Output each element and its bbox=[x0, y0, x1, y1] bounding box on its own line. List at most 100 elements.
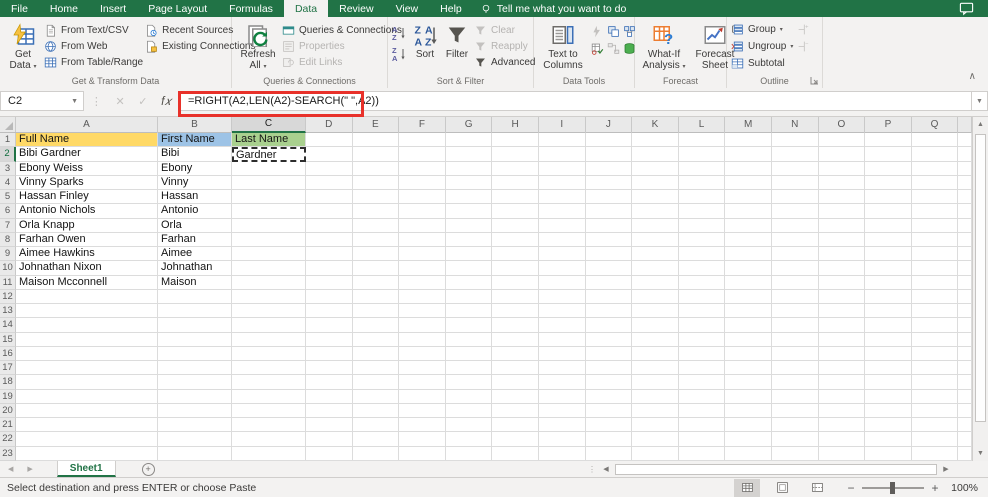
cell-B23[interactable] bbox=[158, 446, 232, 461]
cell-D10[interactable] bbox=[306, 261, 353, 276]
cell-L2[interactable] bbox=[678, 147, 726, 162]
cell-D18[interactable] bbox=[306, 375, 353, 390]
cell-L19[interactable] bbox=[678, 389, 726, 404]
cell-Q12[interactable] bbox=[911, 289, 959, 304]
column-header-O[interactable]: O bbox=[819, 117, 866, 133]
cell-H14[interactable] bbox=[492, 318, 539, 333]
cell-B9[interactable]: Aimee bbox=[158, 247, 232, 262]
cell-B11[interactable]: Maison bbox=[158, 275, 232, 290]
cell-A23[interactable] bbox=[16, 446, 158, 461]
cancel-button[interactable]: ✕ bbox=[115, 95, 124, 108]
tab-file[interactable]: File bbox=[0, 0, 39, 17]
cell-L9[interactable] bbox=[678, 247, 726, 262]
cell-F13[interactable] bbox=[399, 304, 446, 319]
cell-K13[interactable] bbox=[632, 304, 679, 319]
cell-I13[interactable] bbox=[538, 304, 586, 319]
cell-N2[interactable] bbox=[771, 147, 819, 162]
cell-C1[interactable]: Last Name bbox=[232, 133, 306, 148]
cell-O6[interactable] bbox=[818, 204, 866, 219]
cell-B21[interactable] bbox=[158, 418, 232, 433]
cell-N1[interactable] bbox=[771, 133, 819, 148]
cell-L6[interactable] bbox=[678, 204, 726, 219]
cell-B5[interactable]: Hassan bbox=[158, 190, 232, 205]
cell-F7[interactable] bbox=[399, 218, 446, 233]
cell-B12[interactable] bbox=[158, 289, 232, 304]
cell-A18[interactable] bbox=[16, 375, 158, 390]
cell-H21[interactable] bbox=[492, 418, 539, 433]
cell-J12[interactable] bbox=[585, 289, 633, 304]
cell-E9[interactable] bbox=[352, 247, 400, 262]
cell-J14[interactable] bbox=[585, 318, 633, 333]
cell-G19[interactable] bbox=[445, 389, 493, 404]
queries-connections-button[interactable]: Queries & Connections bbox=[282, 23, 402, 38]
refresh-all-button[interactable]: Refresh All ▾ bbox=[236, 21, 280, 73]
cell-J3[interactable] bbox=[585, 161, 633, 176]
cell-L5[interactable] bbox=[678, 190, 726, 205]
flash-fill-button[interactable] bbox=[591, 25, 604, 38]
cell-G23[interactable] bbox=[445, 446, 493, 461]
cell-K7[interactable] bbox=[632, 218, 679, 233]
cell-C21[interactable] bbox=[232, 418, 306, 433]
cell-M3[interactable] bbox=[725, 161, 772, 176]
cell-O15[interactable] bbox=[818, 332, 866, 347]
cell-E8[interactable] bbox=[352, 232, 400, 247]
cell-F6[interactable] bbox=[399, 204, 446, 219]
cell-A12[interactable] bbox=[16, 289, 158, 304]
sheet-tab-sheet1[interactable]: Sheet1 bbox=[56, 461, 116, 477]
cell-L23[interactable] bbox=[678, 446, 726, 461]
cell-K21[interactable] bbox=[632, 418, 679, 433]
cell-F10[interactable] bbox=[399, 261, 446, 276]
cell-G16[interactable] bbox=[445, 346, 493, 361]
cell-E4[interactable] bbox=[352, 175, 400, 190]
cell-J8[interactable] bbox=[585, 232, 633, 247]
cell-G18[interactable] bbox=[445, 375, 493, 390]
cell-P11[interactable] bbox=[865, 275, 912, 290]
cell-Q22[interactable] bbox=[911, 432, 959, 447]
cell-F20[interactable] bbox=[399, 403, 446, 418]
column-header-G[interactable]: G bbox=[446, 117, 493, 133]
scroll-left-icon[interactable]: ◀ bbox=[599, 465, 613, 473]
cell-C19[interactable] bbox=[232, 389, 306, 404]
cell-K16[interactable] bbox=[632, 346, 679, 361]
cell-P16[interactable] bbox=[865, 346, 912, 361]
cell-M4[interactable] bbox=[725, 175, 772, 190]
cell-D22[interactable] bbox=[306, 432, 353, 447]
cell-P23[interactable] bbox=[865, 446, 912, 461]
cell-O21[interactable] bbox=[818, 418, 866, 433]
cell-F12[interactable] bbox=[399, 289, 446, 304]
cell-A10[interactable]: Johnathan Nixon bbox=[16, 261, 158, 276]
cell-G4[interactable] bbox=[445, 175, 493, 190]
cell-O22[interactable] bbox=[818, 432, 866, 447]
cell-Q11[interactable] bbox=[911, 275, 959, 290]
cell-D4[interactable] bbox=[306, 175, 353, 190]
cell-N5[interactable] bbox=[771, 190, 819, 205]
cell-K3[interactable] bbox=[632, 161, 679, 176]
cell-I20[interactable] bbox=[538, 403, 586, 418]
cell-O3[interactable] bbox=[818, 161, 866, 176]
cell-G17[interactable] bbox=[445, 361, 493, 376]
cell-G1[interactable] bbox=[445, 133, 493, 148]
cell-A7[interactable]: Orla Knapp bbox=[16, 218, 158, 233]
sort-button[interactable]: Sort bbox=[410, 21, 440, 62]
cell-B6[interactable]: Antonio bbox=[158, 204, 232, 219]
cell-N9[interactable] bbox=[771, 247, 819, 262]
cell-Q13[interactable] bbox=[911, 304, 959, 319]
cell-D17[interactable] bbox=[306, 361, 353, 376]
row-header-4[interactable]: 4 bbox=[0, 175, 16, 190]
cell-H16[interactable] bbox=[492, 346, 539, 361]
edit-links-button[interactable]: Edit Links bbox=[282, 55, 402, 70]
cell-G15[interactable] bbox=[445, 332, 493, 347]
cell-I12[interactable] bbox=[538, 289, 586, 304]
cell-P12[interactable] bbox=[865, 289, 912, 304]
cell-E16[interactable] bbox=[352, 346, 400, 361]
cell-H11[interactable] bbox=[492, 275, 539, 290]
cell-H13[interactable] bbox=[492, 304, 539, 319]
vertical-scrollbar-thumb[interactable] bbox=[975, 134, 986, 422]
cell-H5[interactable] bbox=[492, 190, 539, 205]
cell-I19[interactable] bbox=[538, 389, 586, 404]
select-all-corner[interactable] bbox=[0, 117, 16, 132]
cell-Q14[interactable] bbox=[911, 318, 959, 333]
what-if-analysis-button[interactable]: What-If Analysis ▾ bbox=[639, 21, 689, 73]
hide-detail-button[interactable]: − bbox=[797, 40, 810, 53]
get-data-button[interactable]: Get Data ▾ bbox=[4, 21, 42, 73]
